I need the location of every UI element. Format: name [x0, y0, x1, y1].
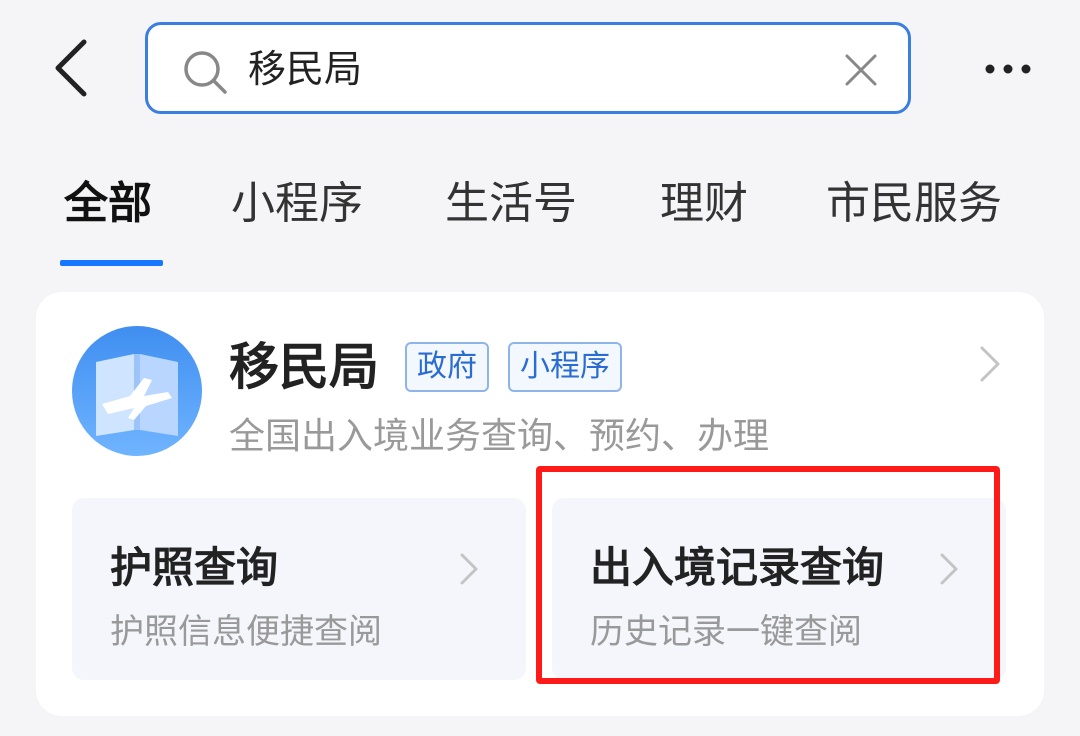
- close-icon[interactable]: [844, 53, 878, 87]
- service-subtitle: 历史记录一键查阅: [590, 612, 862, 652]
- more-button[interactable]: [982, 52, 1034, 86]
- app-name: 移民局: [229, 338, 379, 396]
- chevron-right-icon: [460, 553, 478, 585]
- tab-citizen-services[interactable]: 市民服务: [826, 174, 1002, 234]
- app-description: 全国出入境业务查询、预约、办理: [229, 416, 770, 457]
- tab-finance[interactable]: 理财: [660, 174, 748, 234]
- service-title: 出入境记录查询: [590, 543, 885, 592]
- tag-mini-program: 小程序: [508, 342, 622, 392]
- chevron-right-icon: [940, 553, 958, 585]
- more-dots-icon: [985, 64, 1031, 74]
- search-icon: [184, 51, 227, 94]
- service-subtitle: 护照信息便捷查阅: [110, 612, 382, 652]
- service-title: 护照查询: [110, 543, 279, 592]
- search-input[interactable]: [248, 43, 808, 95]
- service-passport-query[interactable]: 护照查询 护照信息便捷查阅: [72, 498, 526, 680]
- chevron-left-icon: [55, 39, 87, 97]
- tab-mini-programs[interactable]: 小程序: [231, 174, 363, 234]
- back-button[interactable]: [44, 36, 104, 100]
- tab-life-accounts[interactable]: 生活号: [445, 174, 577, 234]
- tab-all[interactable]: 全部: [64, 174, 152, 234]
- airplane-book-icon: [72, 326, 202, 456]
- tag-government: 政府: [405, 342, 489, 392]
- search-box[interactable]: [145, 22, 911, 114]
- result-card[interactable]: 移民局 政府 小程序 全国出入境业务查询、预约、办理 护照查询 护照信息便捷查阅…: [36, 292, 1044, 716]
- category-tabs: 全部 小程序 生活号 理财 市民服务: [0, 160, 1080, 270]
- active-tab-indicator: [60, 260, 163, 266]
- service-entry-exit-record-query[interactable]: 出入境记录查询 历史记录一键查阅: [552, 498, 1006, 680]
- chevron-right-icon: [980, 346, 1000, 382]
